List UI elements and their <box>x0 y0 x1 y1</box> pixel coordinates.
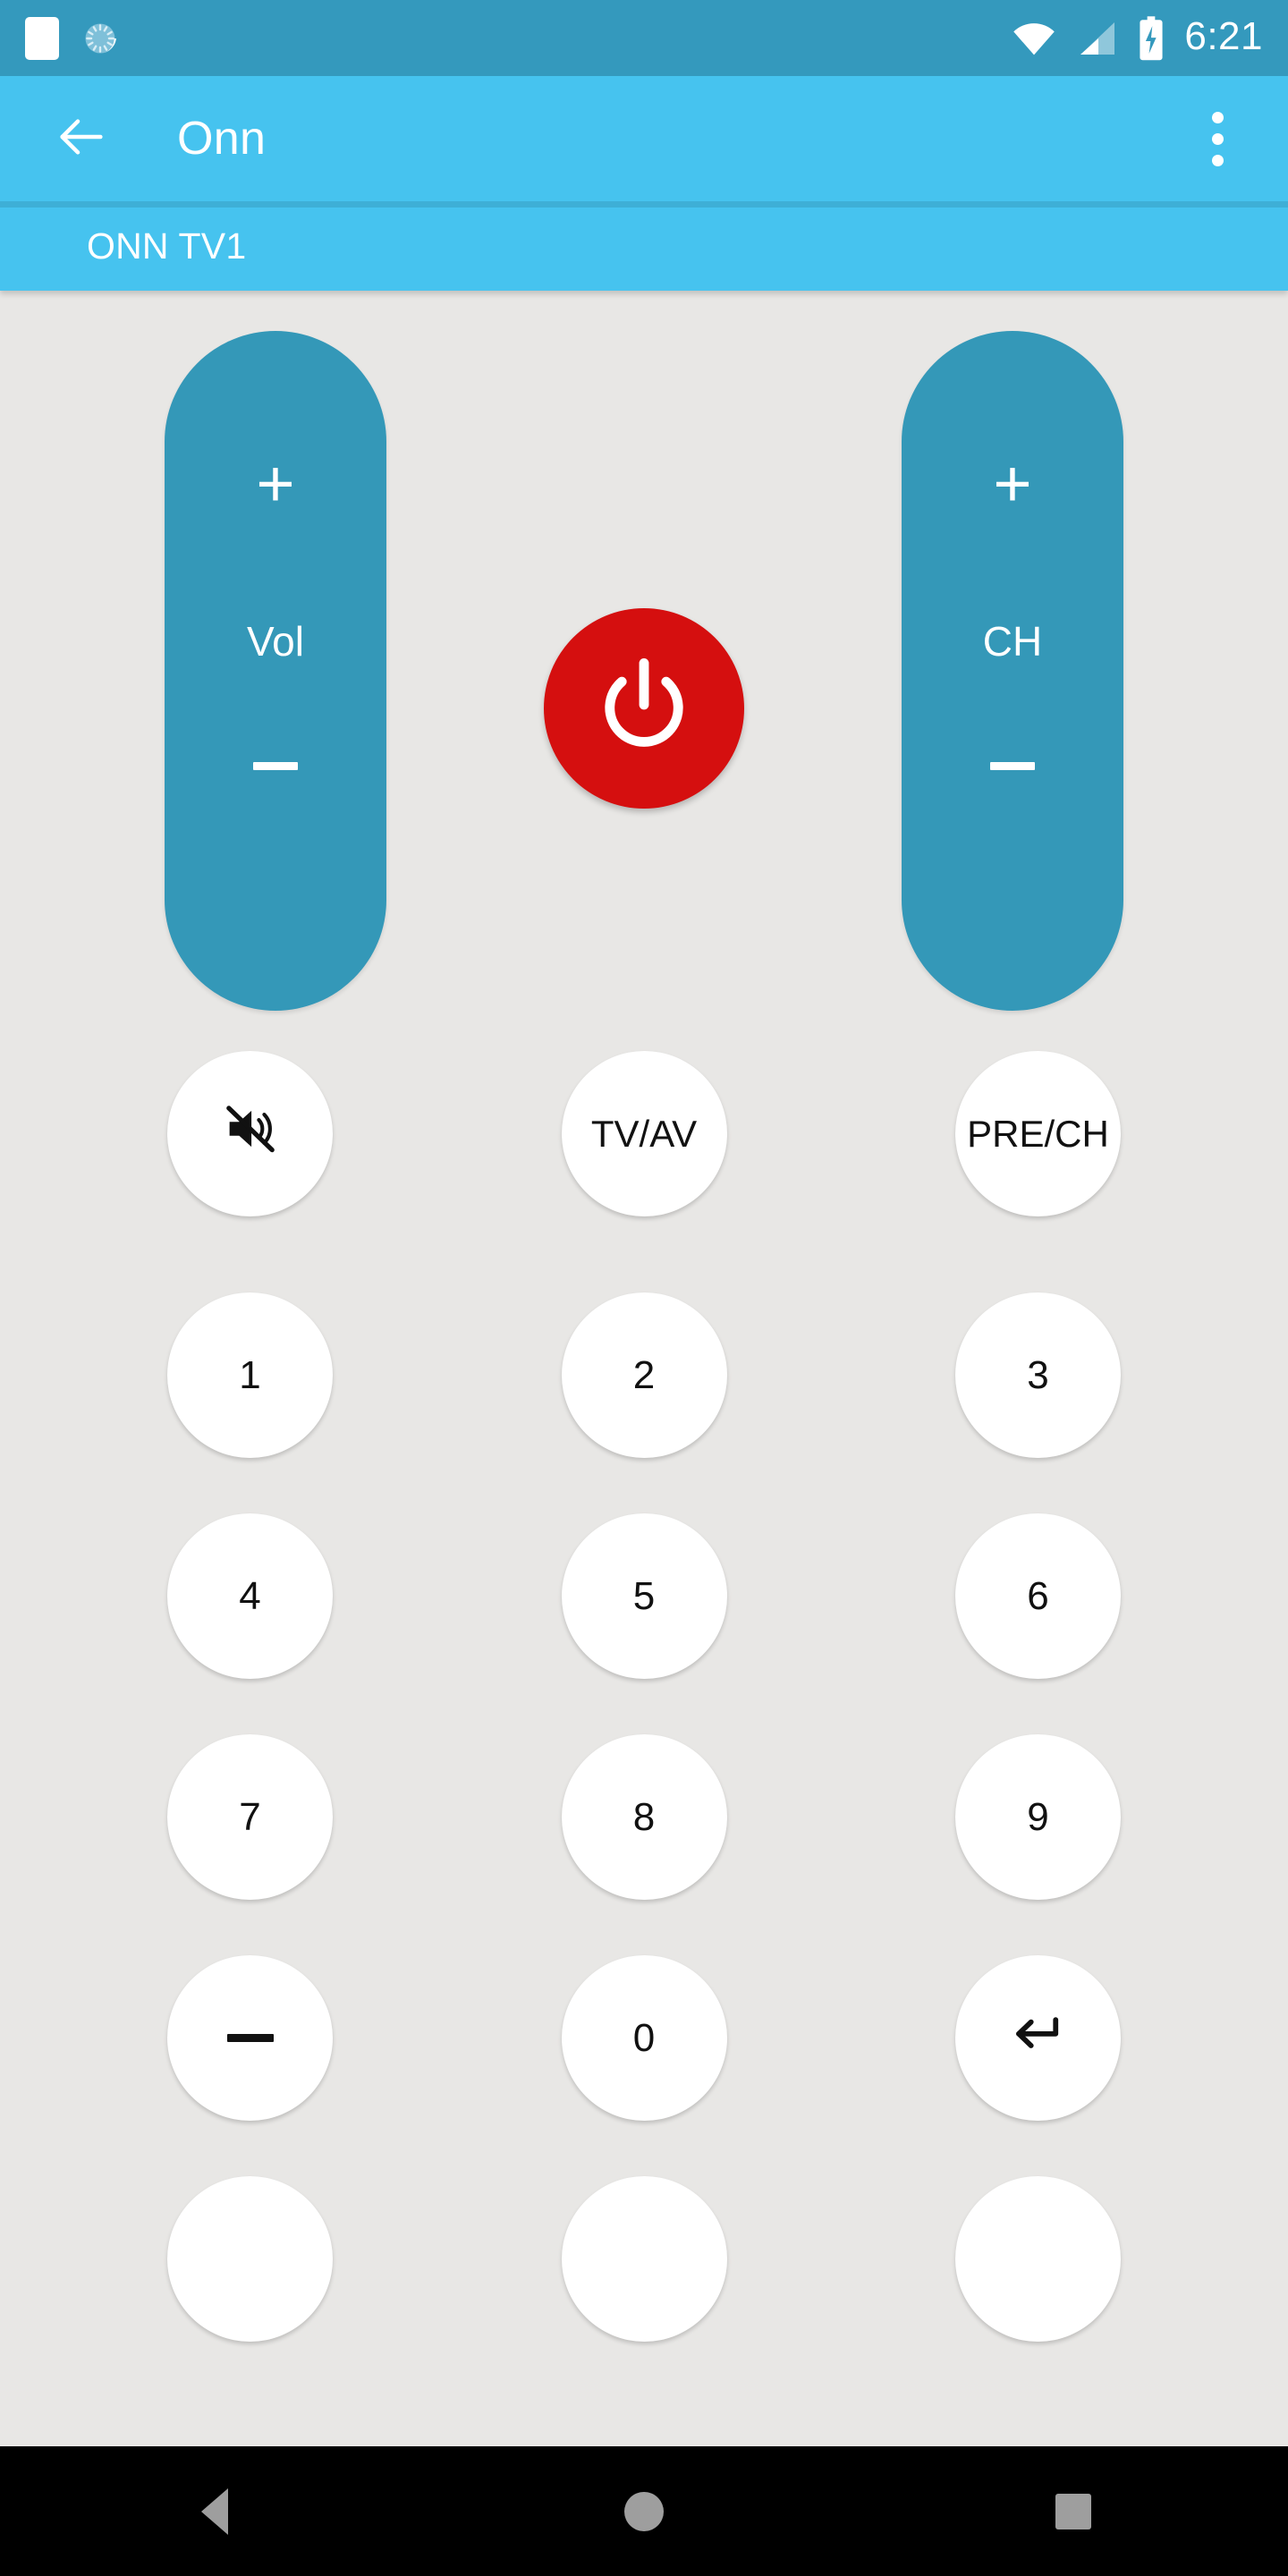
key-7-button[interactable]: 7 <box>167 1734 333 1900</box>
return-arrow-icon <box>1009 2004 1068 2072</box>
app-bar: Onn <box>0 76 1288 201</box>
channel-up-button[interactable]: + <box>993 451 1031 517</box>
keypad-row-3: 7 8 9 <box>0 1734 1288 1900</box>
key-0-button[interactable]: 0 <box>561 1955 727 2121</box>
status-bar-clock: 6:21 <box>1184 14 1263 58</box>
key-9-button[interactable]: 9 <box>955 1734 1121 1900</box>
keypad-row-1: 1 2 3 <box>0 1292 1288 1458</box>
back-arrow-icon <box>53 108 110 170</box>
volume-up-button[interactable]: + <box>256 451 294 517</box>
overflow-menu-icon[interactable] <box>1179 100 1256 177</box>
key-5-button[interactable]: 5 <box>561 1513 727 1679</box>
key-2-button[interactable]: 2 <box>561 1292 727 1458</box>
key-1-button[interactable]: 1 <box>167 1292 333 1458</box>
cellular-signal-icon <box>1075 17 1118 60</box>
back-button[interactable] <box>43 100 120 177</box>
partial-button-right[interactable] <box>955 2176 1121 2342</box>
power-icon <box>589 651 699 767</box>
keypad-row-2: 4 5 6 <box>0 1513 1288 1679</box>
partial-button-center[interactable] <box>561 2176 727 2342</box>
function-row: TV/AV PRE/CH <box>0 1051 1288 1216</box>
volume-down-button[interactable] <box>253 762 298 770</box>
key-3-button[interactable]: 3 <box>955 1292 1121 1458</box>
power-button[interactable] <box>544 608 744 809</box>
nav-back-icon <box>201 2487 228 2535</box>
keypad-row-4: 0 <box>0 1955 1288 2121</box>
android-navigation-bar <box>0 2446 1288 2576</box>
volume-rocker[interactable]: + Vol <box>165 331 386 1011</box>
device-name-bar[interactable]: ONN TV1 <box>0 201 1288 291</box>
sync-spinner-icon <box>80 17 120 60</box>
keypad-row-5-partial <box>0 2176 1288 2342</box>
remote-control-panel: + Vol + CH TV/AV PRE/CH 1 2 3 4 5 6 7 8 … <box>0 291 1288 2446</box>
button-grid: TV/AV PRE/CH 1 2 3 4 5 6 7 8 9 0 <box>0 1051 1288 2397</box>
key-4-button[interactable]: 4 <box>167 1513 333 1679</box>
status-bar-notifications <box>25 16 120 60</box>
nav-home-icon <box>624 2491 664 2531</box>
overflow-dot <box>1211 132 1224 145</box>
nav-recents-icon <box>1055 2493 1091 2529</box>
mute-icon <box>221 1099 280 1168</box>
device-name-label: ONN TV1 <box>87 225 247 267</box>
channel-label: CH <box>982 618 1043 665</box>
key-6-button[interactable]: 6 <box>955 1513 1121 1679</box>
nav-recents-button[interactable] <box>1002 2446 1145 2576</box>
app-screen: 6:21 Onn ONN TV1 + Vol + CH TV/AV PRE/CH… <box>0 0 1288 2576</box>
overflow-dot <box>1211 154 1224 166</box>
nav-back-button[interactable] <box>143 2446 286 2576</box>
enter-button[interactable] <box>955 1955 1121 2121</box>
partial-button-left[interactable] <box>167 2176 333 2342</box>
overflow-dot <box>1211 111 1224 123</box>
wifi-icon <box>1011 15 1057 62</box>
mute-button[interactable] <box>167 1051 333 1216</box>
page-title: Onn <box>177 113 267 165</box>
status-bar-system-icons: 6:21 <box>1011 15 1263 62</box>
dash-icon <box>226 2034 274 2042</box>
tv-av-button[interactable]: TV/AV <box>561 1051 727 1216</box>
dash-button[interactable] <box>167 1955 333 2121</box>
key-8-button[interactable]: 8 <box>561 1734 727 1900</box>
nav-home-button[interactable] <box>572 2446 716 2576</box>
channel-down-button[interactable] <box>990 762 1035 770</box>
battery-charging-icon <box>1136 15 1166 62</box>
pre-ch-button[interactable]: PRE/CH <box>955 1051 1121 1216</box>
volume-label: Vol <box>247 618 304 665</box>
notification-square-icon <box>25 16 59 60</box>
channel-rocker[interactable]: + CH <box>902 331 1123 1011</box>
rocker-and-power-row: + Vol + CH <box>0 331 1288 1046</box>
status-bar: 6:21 <box>0 0 1288 76</box>
